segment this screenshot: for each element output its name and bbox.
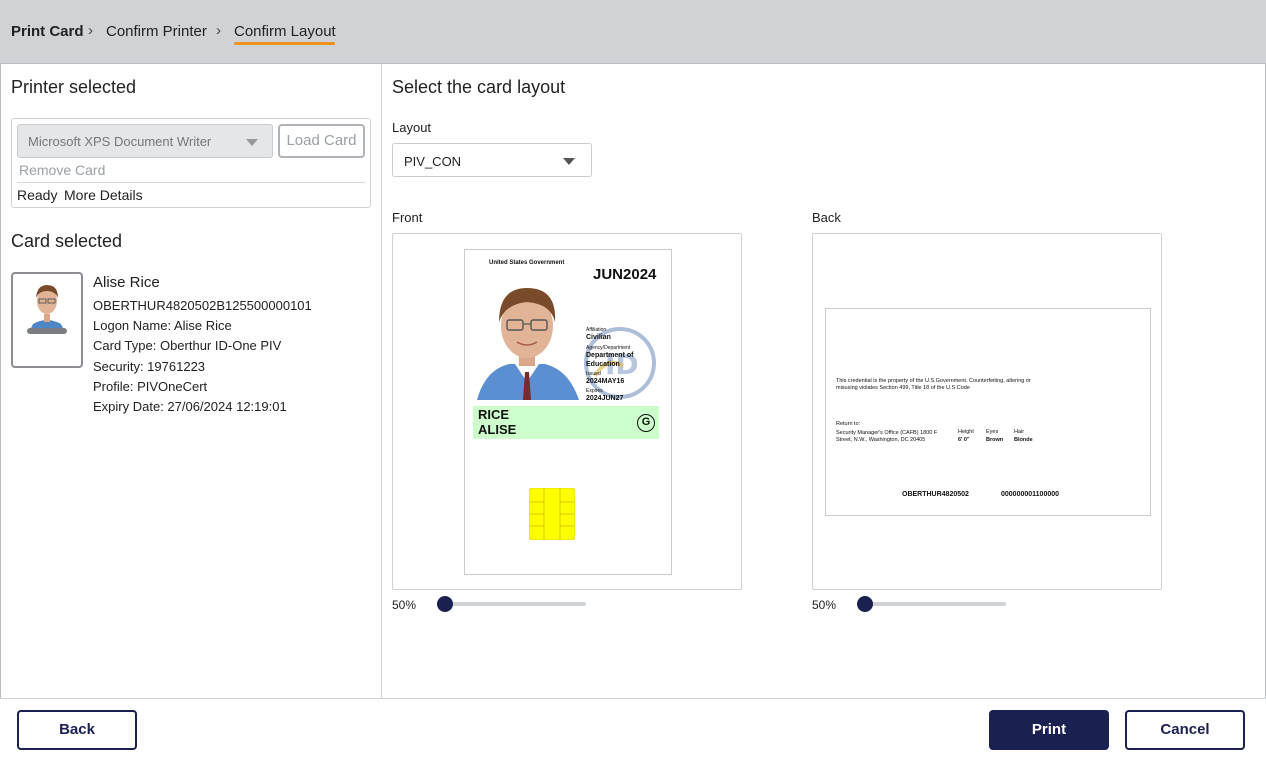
logon-name: Logon Name: Alise Rice bbox=[93, 318, 232, 333]
chevron-down-icon bbox=[246, 139, 258, 146]
more-details-link[interactable]: More Details bbox=[64, 187, 143, 203]
card-given-name: ALISE bbox=[478, 422, 517, 437]
expiry-date: Expiry Date: 27/06/2024 12:19:01 bbox=[93, 399, 287, 414]
printer-status: Ready bbox=[17, 187, 58, 203]
select-layout-heading: Select the card layout bbox=[392, 77, 566, 97]
agency-value-1: Department of bbox=[586, 352, 634, 359]
front-zoom-slider-handle[interactable] bbox=[437, 596, 453, 612]
load-card-button[interactable]: Load Card bbox=[278, 124, 365, 158]
card-type: Card Type: Oberthur ID-One PIV bbox=[93, 338, 282, 353]
back-address-2: Street, N.W., Washington, DC 20405 bbox=[836, 437, 926, 443]
card-id: OBERTHUR4820502B125500000101 bbox=[93, 298, 312, 313]
card-surname: RICE bbox=[478, 407, 510, 422]
printer-selected-heading: Printer selected bbox=[11, 77, 137, 97]
card-photo bbox=[475, 274, 579, 400]
back-zoom-slider-handle[interactable] bbox=[857, 596, 873, 612]
card-back-image: This credential is the property of the U… bbox=[825, 308, 1151, 516]
back-notice-2: misusing violates Section 499, Title 18 … bbox=[836, 385, 970, 391]
front-preview: United States Government JUN2024 ID Affi… bbox=[392, 233, 742, 590]
breadcrumb-confirm-printer[interactable]: Confirm Printer bbox=[106, 23, 207, 40]
breadcrumb: Print Card › Confirm Printer › Confirm L… bbox=[0, 0, 1266, 64]
issued-label: Issued bbox=[586, 371, 601, 377]
smart-chip-icon bbox=[529, 488, 575, 540]
card-expiry-code: JUN2024 bbox=[593, 266, 657, 283]
agency-value-2: Education bbox=[586, 361, 620, 368]
divider bbox=[17, 182, 365, 183]
chevron-down-icon bbox=[563, 158, 575, 165]
height-value: 6' 0" bbox=[958, 437, 970, 443]
layout-select-value: PIV_CON bbox=[404, 154, 462, 169]
printer-select[interactable]: Microsoft XPS Document Writer bbox=[17, 124, 273, 158]
card-selected-heading: Card selected bbox=[11, 231, 123, 251]
security: Security: 19761223 bbox=[93, 359, 206, 374]
back-label: Back bbox=[812, 210, 841, 225]
active-step-indicator bbox=[234, 42, 335, 45]
chevron-right-icon: › bbox=[216, 22, 221, 39]
card-holder-name: Alise Rice bbox=[93, 274, 160, 291]
eyes-value: Brown bbox=[986, 437, 1004, 443]
back-address-1: Security Manager's Office (CAFB) 1800 F bbox=[836, 430, 938, 436]
back-serial-2: 000000001100000 bbox=[1001, 491, 1060, 498]
back-serial-1: OBERTHUR4820502 bbox=[902, 491, 969, 498]
breadcrumb-confirm-layout[interactable]: Confirm Layout bbox=[234, 23, 336, 40]
hair-label: Hair bbox=[1014, 429, 1025, 435]
badge-g-icon: G bbox=[637, 414, 655, 432]
card-holder-avatar bbox=[11, 272, 83, 368]
affiliation-label: Affiliation bbox=[586, 327, 607, 333]
front-label: Front bbox=[392, 210, 423, 225]
expires-label: Expires bbox=[586, 388, 603, 394]
card-front-image: United States Government JUN2024 ID Affi… bbox=[464, 249, 672, 575]
front-zoom-slider[interactable] bbox=[438, 602, 586, 606]
layout-select[interactable]: PIV_CON bbox=[392, 143, 592, 177]
print-button[interactable]: Print bbox=[989, 710, 1109, 750]
back-button[interactable]: Back bbox=[17, 710, 137, 750]
back-zoom-slider[interactable] bbox=[858, 602, 1006, 606]
affiliation-value: Civilian bbox=[586, 334, 611, 341]
back-preview: This credential is the property of the U… bbox=[812, 233, 1162, 590]
printer-select-value: Microsoft XPS Document Writer bbox=[28, 134, 212, 149]
front-zoom-value: 50% bbox=[392, 598, 417, 612]
cancel-button[interactable]: Cancel bbox=[1125, 710, 1245, 750]
remove-card-link[interactable]: Remove Card bbox=[19, 162, 105, 178]
eyes-label: Eyes bbox=[986, 429, 999, 435]
issued-value: 2024MAY16 bbox=[586, 378, 625, 385]
chevron-right-icon: › bbox=[88, 22, 93, 39]
breadcrumb-print-card[interactable]: Print Card bbox=[11, 23, 84, 40]
back-notice-1: This credential is the property of the U… bbox=[836, 378, 1031, 384]
back-return-to: Return to: bbox=[836, 421, 861, 427]
profile: Profile: PIVOneCert bbox=[93, 379, 208, 394]
hair-value: Blonde bbox=[1014, 437, 1033, 443]
layout-label: Layout bbox=[392, 120, 432, 135]
agency-label: Agency/Department bbox=[586, 345, 631, 351]
card-issuer: United States Government bbox=[489, 260, 565, 266]
height-label: Height bbox=[958, 429, 974, 435]
expires-value: 2024JUN27 bbox=[586, 395, 624, 402]
back-zoom-value: 50% bbox=[812, 598, 837, 612]
